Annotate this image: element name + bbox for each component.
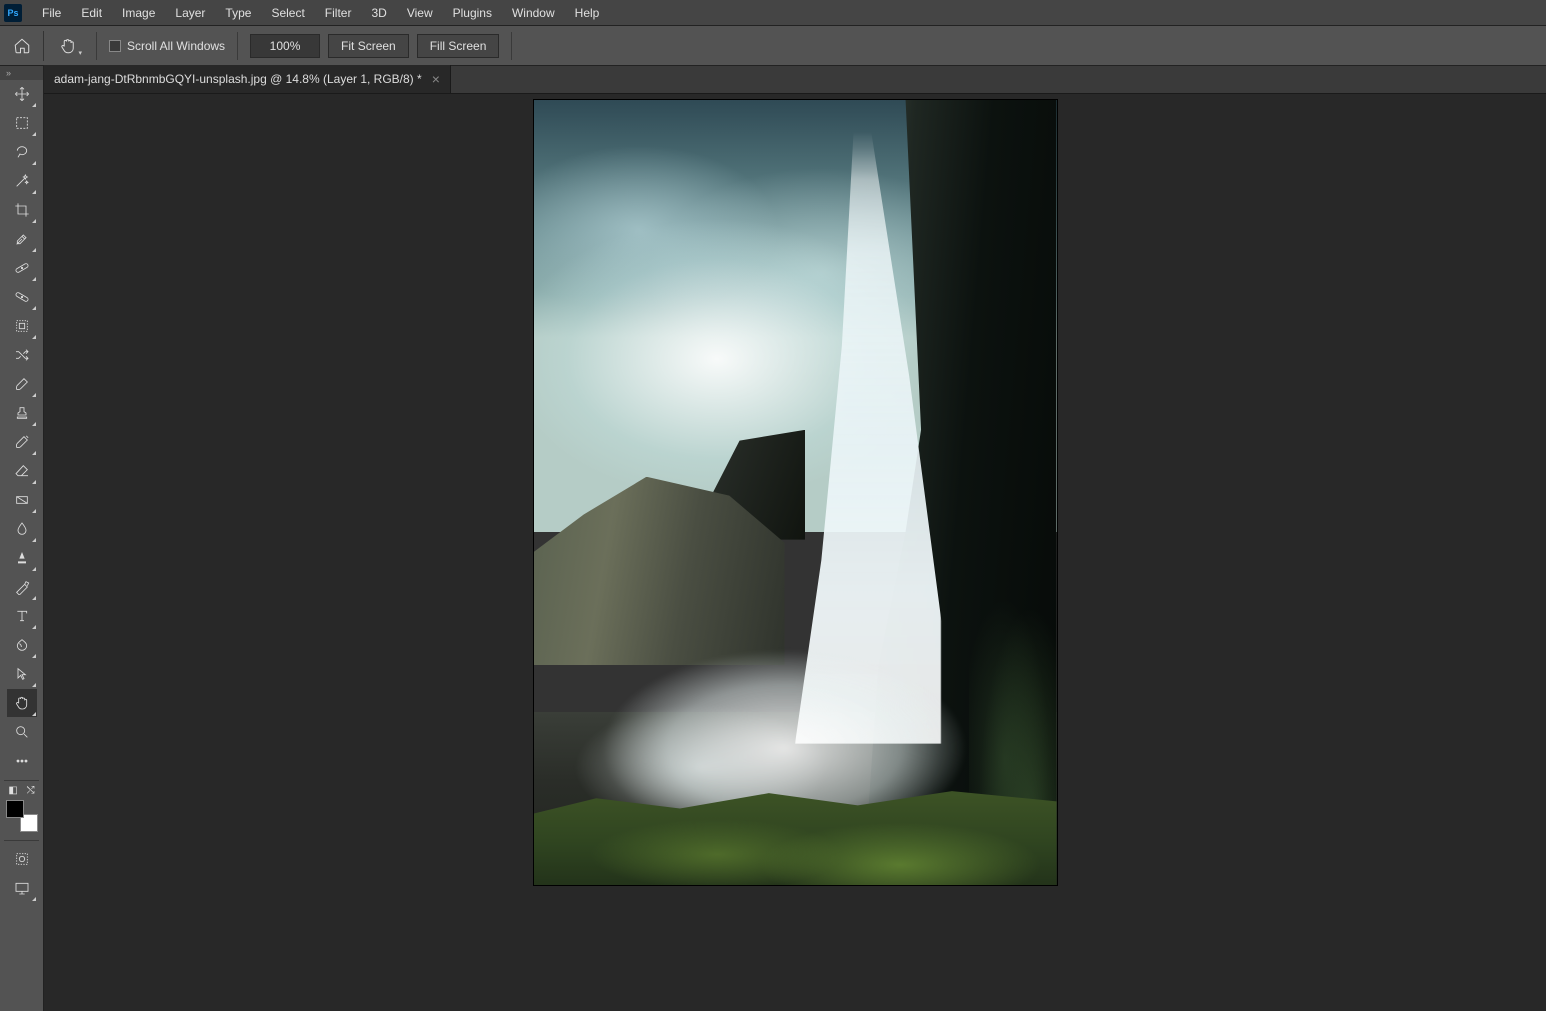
dodge-tool[interactable] xyxy=(7,544,37,572)
main-area: » xyxy=(0,66,1546,1011)
crop-tool[interactable] xyxy=(7,196,37,224)
type-icon xyxy=(14,608,30,624)
zoom-value-input[interactable]: 100% xyxy=(250,34,320,58)
stamp-tool[interactable] xyxy=(7,399,37,427)
eraser-icon xyxy=(14,463,30,479)
marquee-tool[interactable] xyxy=(7,109,37,137)
document-area: adam-jang-DtRbnmbGQYI-unsplash.jpg @ 14.… xyxy=(44,66,1546,1011)
eyedropper-tool[interactable] xyxy=(7,225,37,253)
remove-tool[interactable] xyxy=(7,283,37,311)
menu-layer[interactable]: Layer xyxy=(165,2,215,24)
fill-screen-button[interactable]: Fill Screen xyxy=(417,34,500,58)
menu-view[interactable]: View xyxy=(397,2,443,24)
menu-3d[interactable]: 3D xyxy=(361,2,396,24)
eyedropper-icon xyxy=(14,231,30,247)
screen-icon xyxy=(14,880,30,896)
swap-colors-icon[interactable]: ⤭ xyxy=(27,785,35,796)
eraser-tool[interactable] xyxy=(7,457,37,485)
stamp-icon xyxy=(14,405,30,421)
current-tool-indicator[interactable]: ▾ xyxy=(52,31,84,61)
options-bar: ▾ Scroll All Windows 100% Fit Screen Fil… xyxy=(0,26,1546,66)
lasso-tool[interactable] xyxy=(7,138,37,166)
color-swatches[interactable] xyxy=(6,800,38,832)
menu-window[interactable]: Window xyxy=(502,2,565,24)
bandage2-icon xyxy=(14,289,30,305)
bandage-icon xyxy=(14,260,30,276)
shuffle-icon xyxy=(14,347,30,363)
frame-tool[interactable] xyxy=(7,312,37,340)
menu-file[interactable]: File xyxy=(32,2,71,24)
swap-default-row: ◧ ⤭ xyxy=(0,785,43,796)
divider xyxy=(96,32,97,60)
brush-tool[interactable] xyxy=(7,370,37,398)
zoom-icon xyxy=(14,724,30,740)
home-icon xyxy=(13,37,31,55)
path-select-tool[interactable] xyxy=(7,660,37,688)
menu-bar: Ps File Edit Image Layer Type Select Fil… xyxy=(0,0,1546,26)
document-tab-bar: adam-jang-DtRbnmbGQYI-unsplash.jpg @ 14.… xyxy=(44,66,1546,94)
pen-tool[interactable] xyxy=(7,573,37,601)
quickmask-tool[interactable] xyxy=(7,845,37,873)
app-logo-icon: Ps xyxy=(4,4,22,22)
marquee-icon xyxy=(14,115,30,131)
menu-image[interactable]: Image xyxy=(112,2,165,24)
pen-icon xyxy=(14,579,30,595)
checkbox-icon xyxy=(109,40,121,52)
chevron-down-icon: ▾ xyxy=(78,49,82,57)
menu-select[interactable]: Select xyxy=(261,2,314,24)
wand-icon xyxy=(14,173,30,189)
menu-type[interactable]: Type xyxy=(215,2,261,24)
spot-heal-tool[interactable] xyxy=(7,254,37,282)
shape-icon xyxy=(14,637,30,653)
quickmask-icon xyxy=(14,851,30,867)
default-colors-icon[interactable]: ◧ xyxy=(8,785,17,796)
move-tool[interactable] xyxy=(7,80,37,108)
hand-tool[interactable] xyxy=(7,689,37,717)
history-brush-tool[interactable] xyxy=(7,428,37,456)
menu-plugins[interactable]: Plugins xyxy=(443,2,502,24)
move-icon xyxy=(14,86,30,102)
scroll-all-windows-checkbox[interactable]: Scroll All Windows xyxy=(109,39,225,53)
divider xyxy=(511,32,512,60)
document-tab[interactable]: adam-jang-DtRbnmbGQYI-unsplash.jpg @ 14.… xyxy=(44,65,451,93)
divider xyxy=(237,32,238,60)
gradient-icon xyxy=(14,492,30,508)
blur-tool[interactable] xyxy=(7,515,37,543)
type-tool[interactable] xyxy=(7,602,37,630)
dodge-icon xyxy=(14,550,30,566)
frame-icon xyxy=(14,318,30,334)
close-tab-button[interactable]: × xyxy=(432,71,440,87)
brush-icon xyxy=(14,376,30,392)
shuffle-tool[interactable] xyxy=(7,341,37,369)
magic-wand-tool[interactable] xyxy=(7,167,37,195)
arrow-icon xyxy=(14,666,30,682)
screenmode-tool[interactable] xyxy=(7,874,37,902)
menu-help[interactable]: Help xyxy=(565,2,610,24)
zoom-tool[interactable] xyxy=(7,718,37,746)
fit-screen-button[interactable]: Fit Screen xyxy=(328,34,409,58)
history-brush-icon xyxy=(14,434,30,450)
hand-icon xyxy=(59,37,77,55)
gradient-tool[interactable] xyxy=(7,486,37,514)
shape-tool[interactable] xyxy=(7,631,37,659)
expand-panel-button[interactable]: » xyxy=(0,66,43,80)
home-button[interactable] xyxy=(8,31,44,61)
menu-edit[interactable]: Edit xyxy=(71,2,112,24)
tools-panel: » xyxy=(0,66,44,1011)
canvas-viewport[interactable] xyxy=(44,94,1546,1011)
drop-icon xyxy=(14,521,30,537)
crop-icon xyxy=(14,202,30,218)
lasso-icon xyxy=(14,144,30,160)
ellipsis-icon xyxy=(14,753,30,769)
edit-toolbar-button[interactable] xyxy=(7,747,37,775)
document-tab-title: adam-jang-DtRbnmbGQYI-unsplash.jpg @ 14.… xyxy=(54,72,422,86)
hand-icon xyxy=(14,695,30,711)
menu-filter[interactable]: Filter xyxy=(315,2,362,24)
scroll-all-label: Scroll All Windows xyxy=(127,39,225,53)
canvas[interactable] xyxy=(534,100,1057,885)
foreground-color-swatch[interactable] xyxy=(6,800,24,818)
